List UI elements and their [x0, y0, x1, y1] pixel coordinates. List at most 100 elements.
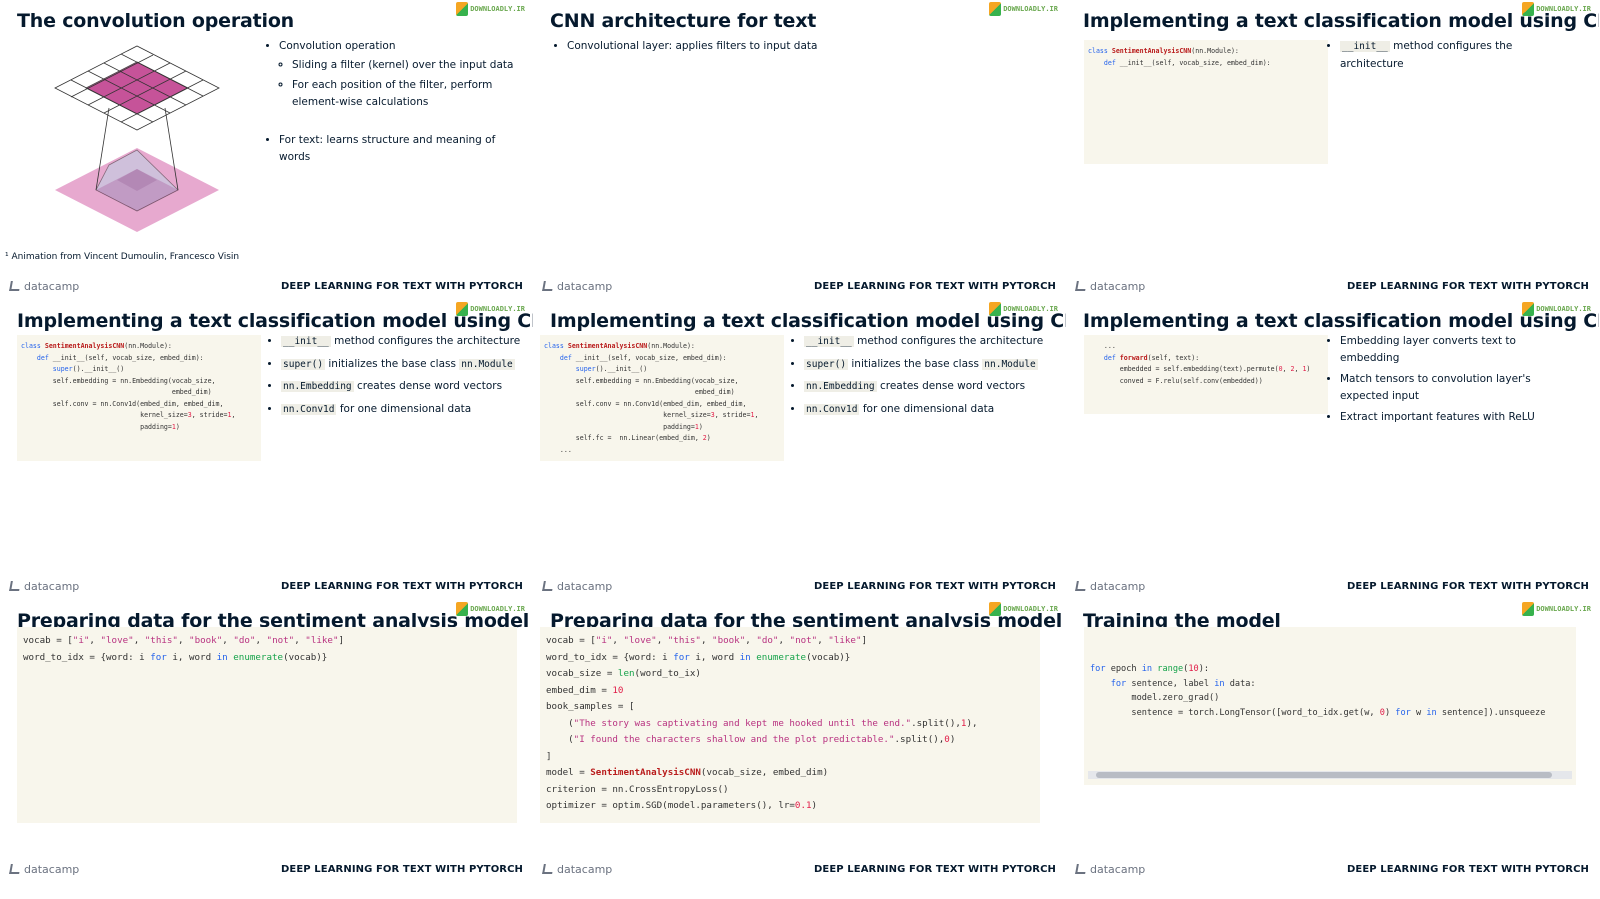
bullet-item: __init__ method configures the architect… [1340, 38, 1570, 72]
datacamp-logo-icon [542, 864, 554, 874]
watermark-logo: DOWNLOADLY.IR [456, 302, 525, 316]
datacamp-logo-icon [1075, 581, 1087, 591]
code-line: class SentimentAnalysisCNN(nn.Module): [544, 342, 695, 350]
bullet-list: Embedding layer converts text to embeddi… [1326, 333, 1570, 431]
watermark-logo: DOWNLOADLY.IR [989, 2, 1058, 16]
code-block: vocab = ["i", "love", "this", "book", "d… [17, 627, 517, 823]
slide-training-model: Training the model DOWNLOADLY.IR for epo… [1066, 600, 1599, 899]
code-line: ... [544, 445, 572, 454]
code-line: vocab = ["i", "love", "this", "book", "d… [546, 635, 868, 646]
code-line: def __init__(self, vocab_size, embed_dim… [36, 353, 204, 362]
sub-bullet-item: Sliding a filter (kernel) over the input… [292, 57, 519, 74]
datacamp-logo-icon [1075, 281, 1087, 291]
code-block: vocab = ["i", "love", "this", "book", "d… [540, 627, 1040, 823]
convolution-animation-illustration [54, 45, 220, 232]
code-line: criterion = nn.CrossEntropyLoss() [546, 783, 729, 795]
datacamp-logo-icon [9, 864, 21, 874]
code-line: for sentence, label in data: [1110, 678, 1256, 689]
slide-title: CNN architecture for text [550, 10, 817, 32]
slide-preparing-data-1: Preparing data for the sentiment analysi… [0, 600, 533, 899]
code-line: word_to_idx = {word: i for i, word in en… [546, 651, 851, 663]
bullet-item: nn.Embedding creates dense word vectors [281, 378, 531, 396]
code-line: embed_dim = 10 [546, 684, 624, 696]
code-line: conved = F.relu(self.conv(embedded)) [1088, 376, 1263, 385]
bullet-item: __init__ method configures the architect… [804, 333, 1054, 351]
code-line: def __init__(self, vocab_size, embed_dim… [1103, 58, 1271, 67]
bullet-item: For text: learns structure and meaning o… [279, 132, 519, 165]
bullet-item: nn.Conv1d for one dimensional data [281, 401, 531, 419]
code-line: self.conv = nn.Conv1d(embed_dim, embed_d… [21, 399, 224, 408]
logo-icon [989, 302, 1002, 316]
code-line: def forward(self, text): [1103, 353, 1200, 362]
scrollbar-thumb[interactable] [1096, 772, 1552, 778]
code-line: model = SentimentAnalysisCNN(vocab_size,… [546, 767, 829, 778]
code-line: word_to_idx = {word: i for i, word in en… [23, 651, 328, 663]
datacamp-logo-icon [542, 281, 554, 291]
slide-grid: The convolution operation DOWNLOADLY.IR … [0, 0, 1600, 899]
code-line: class SentimentAnalysisCNN(nn.Module): [21, 342, 172, 350]
bullet-item: nn.Conv1d for one dimensional data [804, 401, 1054, 419]
datacamp-logo-icon [542, 581, 554, 591]
code-line: super().__init__() [575, 365, 648, 373]
code-line: embedded = self.embedding(text).permute(… [1088, 365, 1311, 373]
watermark-logo: DOWNLOADLY.IR [1522, 2, 1591, 16]
datacamp-logo-icon [9, 581, 21, 591]
code-line: self.fc = nn.Linear(embed_dim, 2) [544, 434, 711, 442]
bullet-item: Convolutional layer: applies filters to … [567, 38, 1047, 55]
code-line: kernel_size=3, stride=1, [21, 411, 236, 419]
code-line: vocab = ["i", "love", "this", "book", "d… [23, 635, 345, 646]
watermark-logo: DOWNLOADLY.IR [1522, 302, 1591, 316]
watermark-logo: DOWNLOADLY.IR [989, 302, 1058, 316]
slide-implementing-cnn-forward: Implementing a text classification model… [1066, 300, 1599, 599]
code-line: book_samples = [ [546, 701, 635, 712]
logo-icon [456, 2, 469, 16]
slide-footer: datacamp DEEP LEARNING FOR TEXT WITH PYTO… [1075, 279, 1589, 293]
logo-icon [1522, 2, 1535, 16]
input-grid [54, 45, 220, 131]
code-line: self.conv = nn.Conv1d(embed_dim, embed_d… [544, 399, 747, 408]
slide-preparing-data-2: Preparing data for the sentiment analysi… [533, 600, 1066, 899]
code-line: for epoch in range(10): [1090, 664, 1210, 674]
code-line: embed_dim) [21, 388, 212, 396]
logo-icon [1522, 302, 1535, 316]
slide-footer: datacamp DEEP LEARNING FOR TEXT WITH PYTO… [1075, 862, 1589, 876]
bullet-list: __init__ method configures the architect… [267, 333, 531, 423]
code-block: class SentimentAnalysisCNN(nn.Module): d… [1084, 40, 1328, 164]
code-line: ... [1088, 342, 1116, 350]
watermark-logo: DOWNLOADLY.IR [456, 602, 525, 616]
code-line: class SentimentAnalysisCNN(nn.Module): [1088, 47, 1239, 55]
code-line: ("The story was captivating and kept me … [546, 717, 978, 729]
code-line: ("I found the characters shallow and the… [546, 734, 956, 745]
code-line: embed_dim) [544, 388, 735, 396]
watermark-logo: DOWNLOADLY.IR [456, 2, 525, 16]
code-line: super().__init__() [52, 365, 125, 373]
code-line: padding=1) [21, 422, 180, 431]
bullet-list: __init__ method configures the architect… [1326, 38, 1570, 77]
datacamp-logo-icon [9, 281, 21, 291]
footnote: ¹ Animation from Vincent Dumoulin, Franc… [5, 252, 240, 262]
code-line: model.zero_grad() [1090, 693, 1220, 703]
code-block: ... def forward(self, text): embedded = … [1084, 335, 1328, 414]
slide-footer: datacamp DEEP LEARNING FOR TEXT WITH PYTO… [542, 279, 1056, 293]
slide-title: The convolution operation [17, 10, 295, 32]
logo-icon [989, 2, 1002, 16]
code-line: padding=1) [544, 422, 703, 431]
bullet-item: super() initializes the base class nn.Mo… [281, 356, 531, 374]
slide-footer: datacamp DEEP LEARNING FOR TEXT WITH PYTO… [9, 579, 523, 593]
code-line: kernel_size=3, stride=1, [544, 411, 759, 419]
slide-implementing-cnn-2: Implementing a text classification model… [0, 300, 533, 599]
horizontal-scrollbar[interactable] [1088, 771, 1572, 779]
watermark-logo: DOWNLOADLY.IR [1522, 602, 1591, 616]
bullet-item: Extract important features with ReLU [1340, 409, 1570, 426]
logo-icon [989, 602, 1002, 616]
bullet-list: Convolution operation Sliding a filter (… [265, 38, 519, 170]
code-line: self.embedding = nn.Embedding(vocab_size… [544, 376, 739, 385]
bullet-list: Convolutional layer: applies filters to … [553, 38, 1047, 60]
slide-cnn-architecture: CNN architecture for text DOWNLOADLY.IR … [533, 0, 1066, 299]
bullet-item: Match tensors to convolution layer's exp… [1340, 371, 1570, 404]
slide-implementing-cnn-1: Implementing a text classification model… [1066, 0, 1599, 299]
watermark-logo: DOWNLOADLY.IR [989, 602, 1058, 616]
bullet-item: super() initializes the base class nn.Mo… [804, 356, 1054, 374]
code-line: sentence = torch.LongTensor([word_to_idx… [1090, 707, 1546, 718]
slide-implementing-cnn-3: Implementing a text classification model… [533, 300, 1066, 599]
